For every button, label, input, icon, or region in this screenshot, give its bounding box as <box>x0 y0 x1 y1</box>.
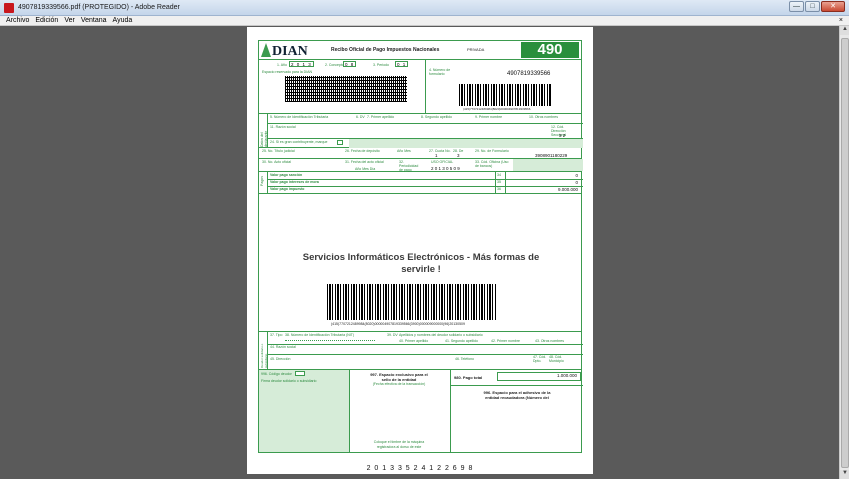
identification-row: 1. Año 2 0 1 3 2. Concepto 0 8 3. Period… <box>259 60 581 114</box>
pdf417-barcode <box>285 76 407 102</box>
payment-info-row-2: 30. No. Acto oficial 31. Fecha del acto … <box>259 159 583 172</box>
pdf-page: DIAN Recibo Oficial de Pago Impuestos Na… <box>247 27 593 474</box>
scroll-thumb[interactable] <box>841 38 849 468</box>
form-number-box: 490 <box>521 42 579 58</box>
pago-intereses-value: 0 <box>575 180 578 185</box>
espacio-dian-label: Espacio reservado para la DIAN <box>262 70 312 74</box>
close-button[interactable]: ✕ <box>821 1 845 12</box>
promo-text-line-1: Servicios Informáticos Electrónicos - Má… <box>302 252 540 263</box>
menu-ventana[interactable]: Ventana <box>81 17 107 24</box>
vertical-scrollbar[interactable]: ▲ ▼ <box>839 26 849 479</box>
menu-ver[interactable]: Ver <box>64 17 75 24</box>
tax-form: DIAN Recibo Oficial de Pago Impuestos Na… <box>258 40 583 453</box>
menu-ayuda[interactable]: Ayuda <box>113 17 133 24</box>
promo-section: Servicios Informáticos Electrónicos - Má… <box>259 194 581 332</box>
bottom-section: 996. Código deudor Firma deudor solidari… <box>259 370 583 452</box>
maximize-button[interactable]: □ <box>805 1 820 12</box>
form-header: DIAN Recibo Oficial de Pago Impuestos Na… <box>259 41 581 60</box>
pago-sancion-value: 0 <box>575 173 578 178</box>
barcode-2 <box>327 284 497 320</box>
form-title: Recibo Oficial de Pago Impuestos Naciona… <box>331 47 440 53</box>
bottom-reference-number: 2 0 1 3 3 5 2 4 1 2 2 6 9 8 <box>366 465 474 472</box>
pago-total-value: 1.000.000 <box>556 373 577 378</box>
numero-formulario-2-value: 3908901180229 <box>535 153 568 158</box>
promo-text-line-2: servirle ! <box>401 264 441 275</box>
numero-formulario-value: 4907819339566 <box>507 71 551 77</box>
payment-info-row-1: 25. No. Título judicial 26. Fecha de dep… <box>259 148 581 159</box>
deudor-section: Deudor solidario o subsidiario 37. Tipo … <box>259 332 583 370</box>
document-close-icon[interactable]: × <box>839 16 843 26</box>
minimize-button[interactable]: — <box>789 1 804 12</box>
dian-logo: DIAN <box>272 44 308 59</box>
declarant-section: Datos del declarante 5. Número de Identi… <box>259 114 583 148</box>
barcode-1 <box>459 84 551 106</box>
menu-edicion[interactable]: Edición <box>35 17 58 24</box>
de-value: 3 <box>457 153 460 158</box>
concepto-value: 0 8 <box>343 61 357 67</box>
scroll-up-icon[interactable]: ▲ <box>840 26 849 35</box>
window-title: 4907819339566.pdf (PROTEGIDO) - Adobe Re… <box>18 4 180 11</box>
menu-archivo[interactable]: Archivo <box>6 17 29 24</box>
window-controls: — □ ✕ <box>789 1 845 12</box>
scroll-down-icon[interactable]: ▼ <box>840 470 849 479</box>
dian-logo-icon <box>261 43 271 57</box>
uso-oficial-value: 2 0 1 3 0 5 0 9 <box>431 166 460 171</box>
periodo-value: 0 1 <box>395 61 409 67</box>
adobe-reader-icon <box>4 2 14 13</box>
anio-value: 2 0 1 3 <box>289 61 314 67</box>
window-titlebar: 4907819339566.pdf (PROTEGIDO) - Adobe Re… <box>0 0 849 16</box>
menu-bar: Archivo Edición Ver Ventana Ayuda × <box>0 16 849 26</box>
payments-section: Pagos Valor pago sanción 34 0 Valor pago… <box>259 172 583 194</box>
pago-impuesto-value: 9.000.000 <box>557 187 578 192</box>
privada-label: PRIVADA <box>467 47 485 52</box>
cuota-value: 1 <box>435 153 438 158</box>
